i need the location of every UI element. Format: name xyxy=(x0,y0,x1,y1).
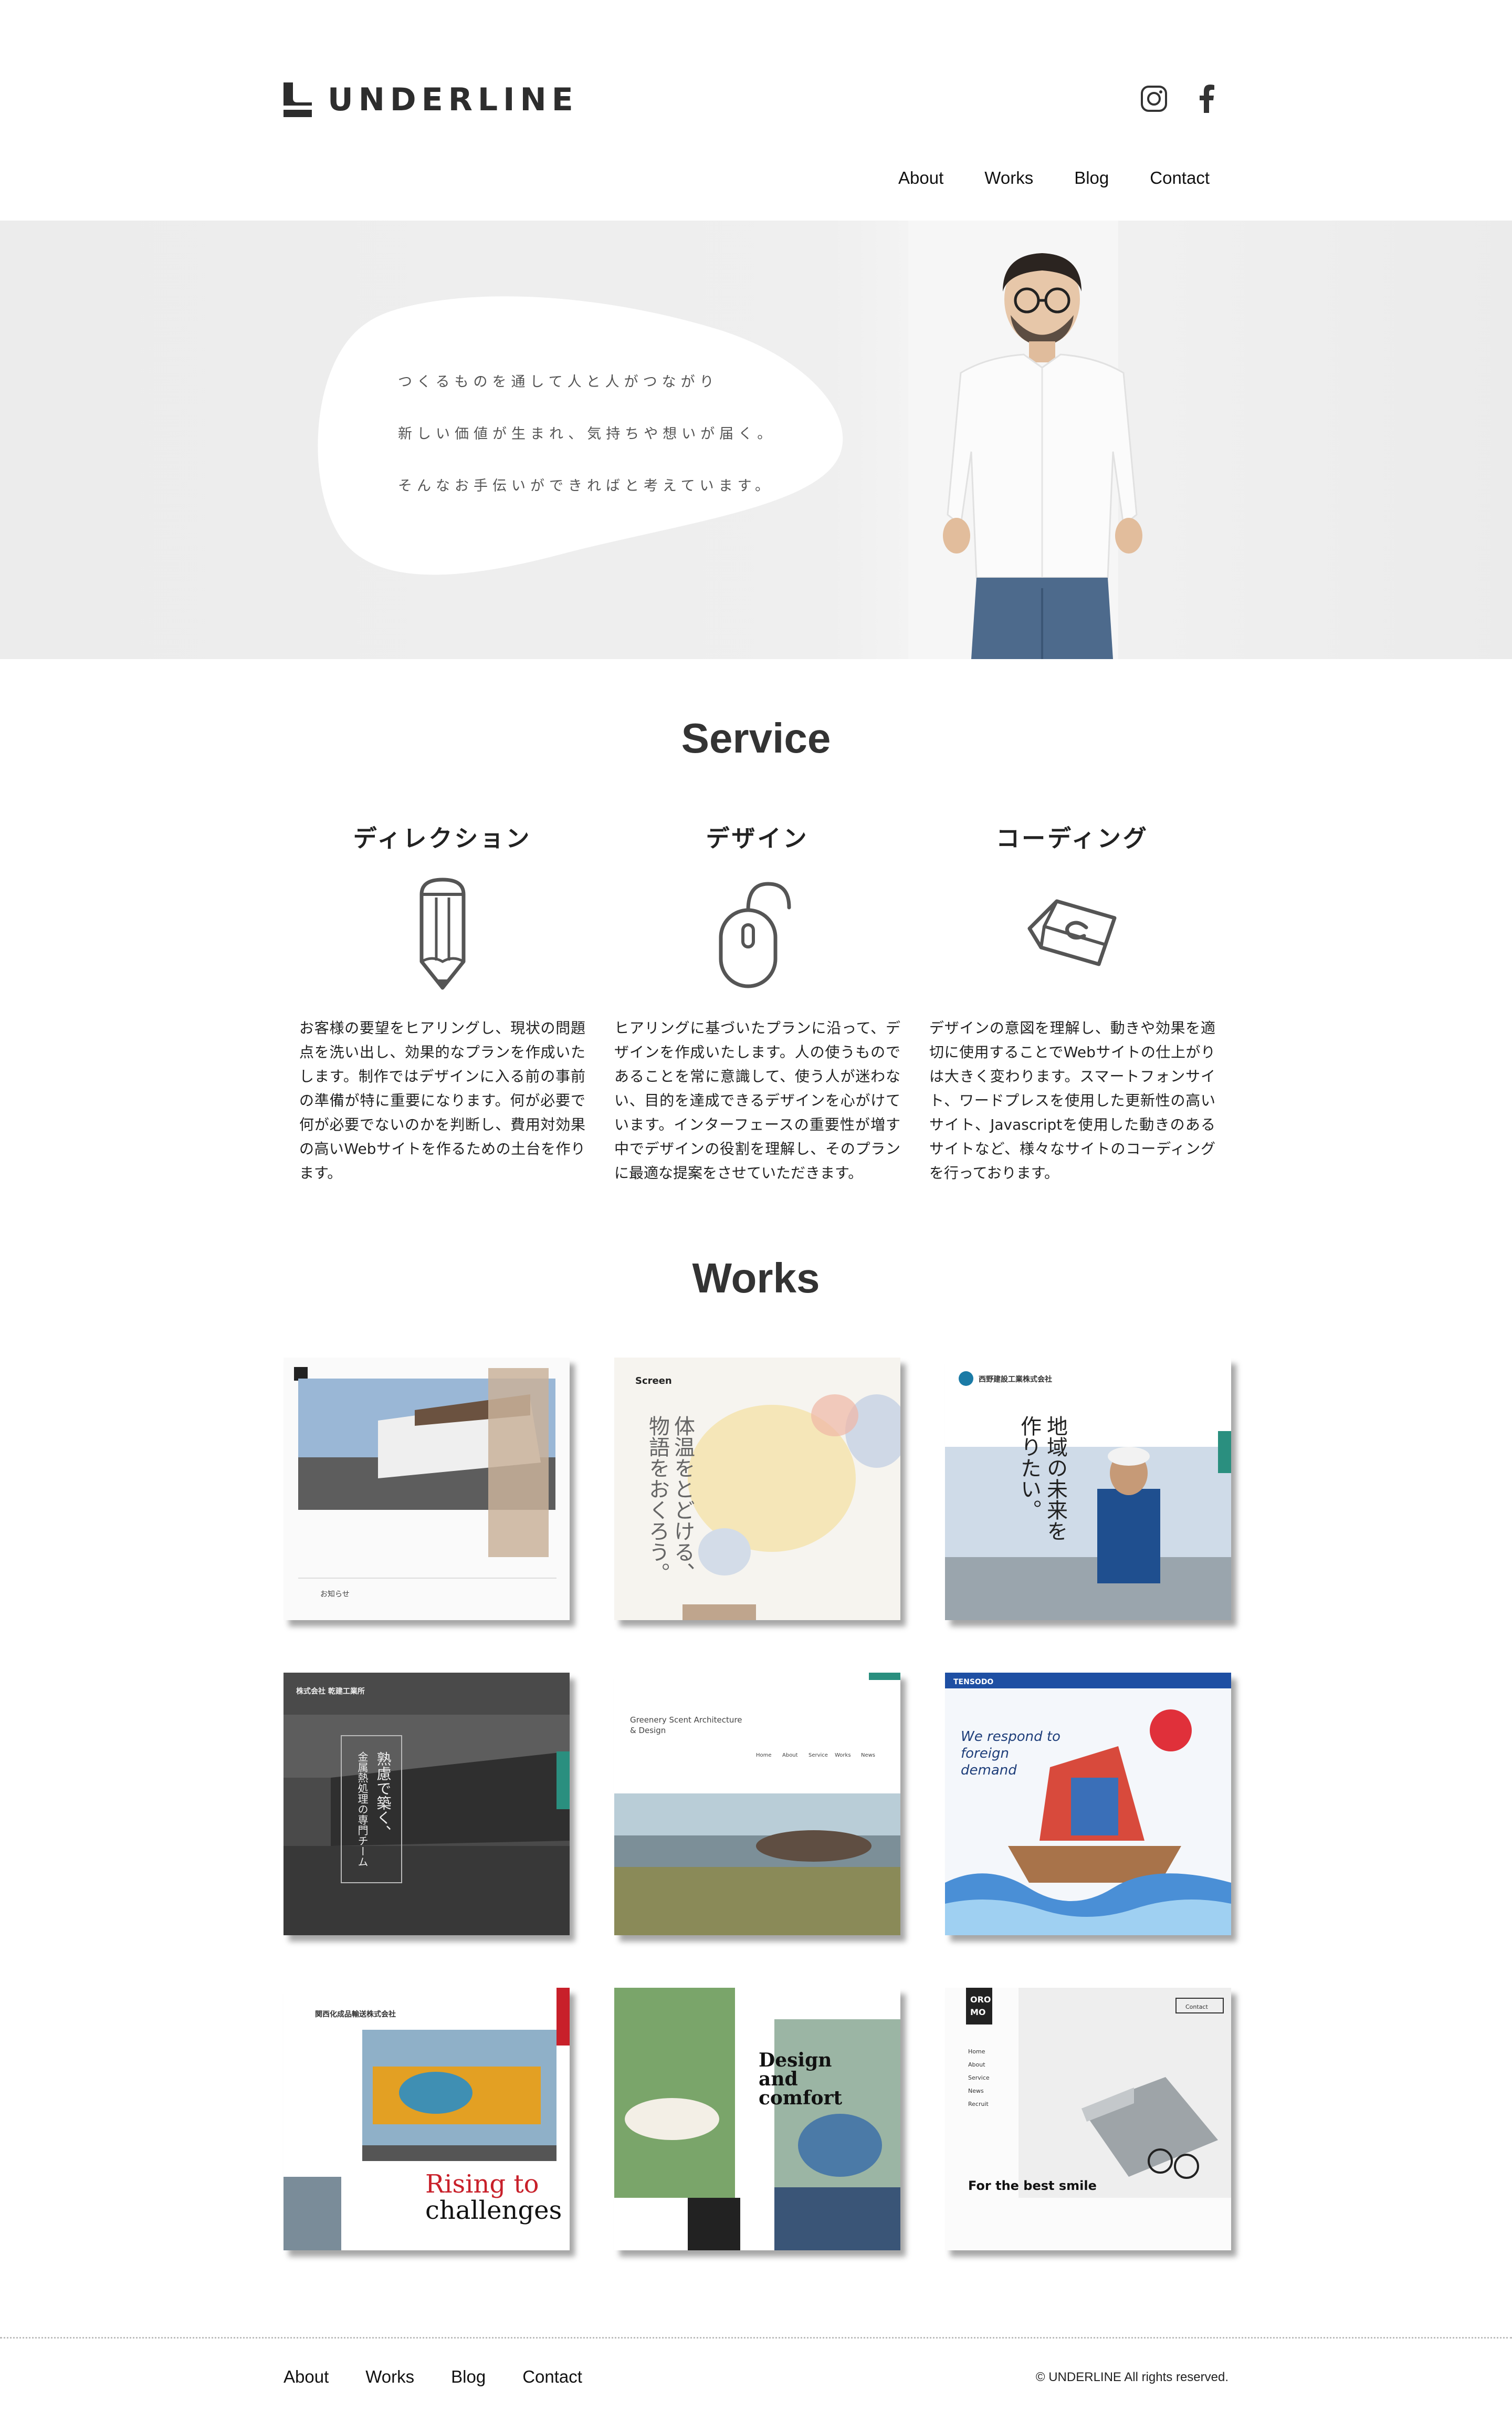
footer-divider xyxy=(0,2337,1512,2339)
work-text: Service xyxy=(968,2074,990,2081)
nav-about[interactable]: About xyxy=(898,168,943,188)
service-description: ヒアリングに基づいたプランに沿って、デザインを作成いたします。人の使うものである… xyxy=(614,1019,900,1182)
work-item-9[interactable]: ORO MO Home About Service News Recruit C… xyxy=(945,1988,1231,2250)
logo-text: UNDERLINE xyxy=(328,81,579,118)
work-text: TENSODO xyxy=(953,1678,993,1686)
work-text: Greenery Scent Architecture xyxy=(630,1715,742,1725)
work-text: 体温をとどける、 xyxy=(670,1415,695,1583)
facebook-link[interactable] xyxy=(1191,81,1222,116)
work-item-8[interactable]: Design and comfort xyxy=(614,1988,900,2250)
work-text: News xyxy=(968,2088,984,2094)
instagram-link[interactable] xyxy=(1137,81,1171,116)
work-text: 関西化成品輸送株式会社 xyxy=(315,2010,396,2019)
facebook-icon xyxy=(1200,85,1214,113)
nav-works[interactable]: Works xyxy=(984,168,1033,188)
work-text: Home xyxy=(968,2048,985,2055)
work-text: For the best smile xyxy=(968,2178,1097,2193)
service-name: デザイン xyxy=(706,825,809,852)
footer-nav: About Works Blog Contact xyxy=(284,2367,582,2387)
work-text: Contact xyxy=(1185,2003,1208,2010)
work-text: MO xyxy=(970,2007,986,2017)
work-item-5[interactable]: Greenery Scent Architecture & Design Hom… xyxy=(614,1673,900,1935)
service-description: デザインの意図を理解し、動きや効果を適切に使用することでWebサイトの仕上がりは… xyxy=(929,1019,1215,1182)
nav-contact[interactable]: Contact xyxy=(1150,168,1210,188)
footer-nav-blog[interactable]: Blog xyxy=(451,2367,486,2387)
work-text: challenges xyxy=(425,2196,562,2225)
work-text: demand xyxy=(961,1762,1017,1778)
work-item-3[interactable]: 西野建設工業株式会社 地域の未来を 作りたい。 xyxy=(945,1358,1231,1620)
work-text: comfort xyxy=(759,2087,842,2109)
work-text: News xyxy=(861,1752,875,1758)
logo-mark-icon xyxy=(284,82,312,117)
hero-line-3: そんなお手伝いができればと考えています。 xyxy=(398,478,774,494)
service-name: ディレクション xyxy=(353,825,532,852)
work-text: 株式会社 乾建工業所 xyxy=(296,1687,365,1696)
service-direction: ディレクション お客様の要望をヒアリングし、現状の問題点を洗い出し、効果的なプラ… xyxy=(299,819,585,1185)
work-text: 作りたい。 xyxy=(1017,1415,1041,1520)
work-text: foreign xyxy=(961,1746,1009,1761)
work-text: About xyxy=(782,1752,798,1758)
hero: つくるものを通して人と人がつながり 新しい価値が生まれ、気持ちや想いが届く。 そ… xyxy=(0,221,1512,659)
footer-nav-works[interactable]: Works xyxy=(365,2367,414,2387)
work-text: Service xyxy=(808,1752,828,1758)
work-text: 熟慮で築く、 xyxy=(375,1751,392,1840)
work-item-6[interactable]: TENSODO We respond to foreign demand xyxy=(945,1673,1231,1935)
work-text: & Design xyxy=(630,1726,666,1735)
service-coding: コーディング デザインの意図を理解し、動きや効果を適切に使用することでWebサイ… xyxy=(929,819,1215,1185)
work-text: 西野建設工業株式会社 xyxy=(979,1375,1052,1384)
main-nav: About Works Blog Contact xyxy=(898,168,1210,188)
service-design: デザイン ヒアリングに基づいたプランに沿って、デザインを作成いたします。人の使う… xyxy=(614,819,900,1185)
copyright: © UNDERLINE All rights reserved. xyxy=(1035,2370,1228,2384)
service-description: お客様の要望をヒアリングし、現状の問題点を洗い出し、効果的なプランを作成いたしま… xyxy=(299,1019,585,1182)
works-title: Works xyxy=(692,1255,820,1301)
pencil-icon xyxy=(419,878,465,990)
hero-message: つくるものを通して人と人がつながり 新しい価値が生まれ、気持ちや想いが届く。 そ… xyxy=(398,370,828,526)
mouse-icon xyxy=(719,882,791,988)
site-logo[interactable]: UNDERLINE xyxy=(284,81,579,118)
work-text: We respond to xyxy=(961,1729,1060,1745)
service-name: コーディング xyxy=(996,825,1149,852)
nav-blog[interactable]: Blog xyxy=(1074,168,1109,188)
footer-nav-contact[interactable]: Contact xyxy=(522,2367,582,2387)
work-text: Works xyxy=(835,1752,851,1758)
service-title: Service xyxy=(681,715,831,761)
work-item-7[interactable]: 関西化成品輸送株式会社 Rising to challenges xyxy=(284,1988,570,2250)
instagram-icon xyxy=(1141,86,1167,112)
work-text: ORO xyxy=(970,1995,991,2005)
work-text: 金属熱処理の専門チーム xyxy=(356,1751,369,1867)
work-text: Screen xyxy=(635,1375,672,1386)
hero-portrait xyxy=(943,253,1142,659)
work-text: 地域の未来を xyxy=(1043,1415,1067,1541)
work-text: Home xyxy=(756,1752,772,1758)
work-item-2[interactable]: Screen 体温をとどける、 物語をおくろう。 xyxy=(614,1358,900,1620)
work-text: About xyxy=(968,2061,985,2068)
work-item-4[interactable]: 株式会社 乾建工業所 熟慮で築く、 金属熱処理の専門チーム xyxy=(284,1673,570,1935)
work-item-1[interactable]: お知らせ xyxy=(284,1358,570,1620)
work-text: Recruit xyxy=(968,2101,989,2107)
footer-nav-about[interactable]: About xyxy=(284,2367,329,2387)
keyboard-key-icon xyxy=(1027,899,1116,966)
work-text: Rising to xyxy=(425,2169,539,2199)
work-text: 物語をおくろう。 xyxy=(645,1415,669,1583)
hero-line-1: つくるものを通して人と人がつながり xyxy=(398,374,719,390)
hero-line-2: 新しい価値が生まれ、気持ちや想いが届く。 xyxy=(398,426,776,442)
work-text: お知らせ xyxy=(320,1590,350,1599)
